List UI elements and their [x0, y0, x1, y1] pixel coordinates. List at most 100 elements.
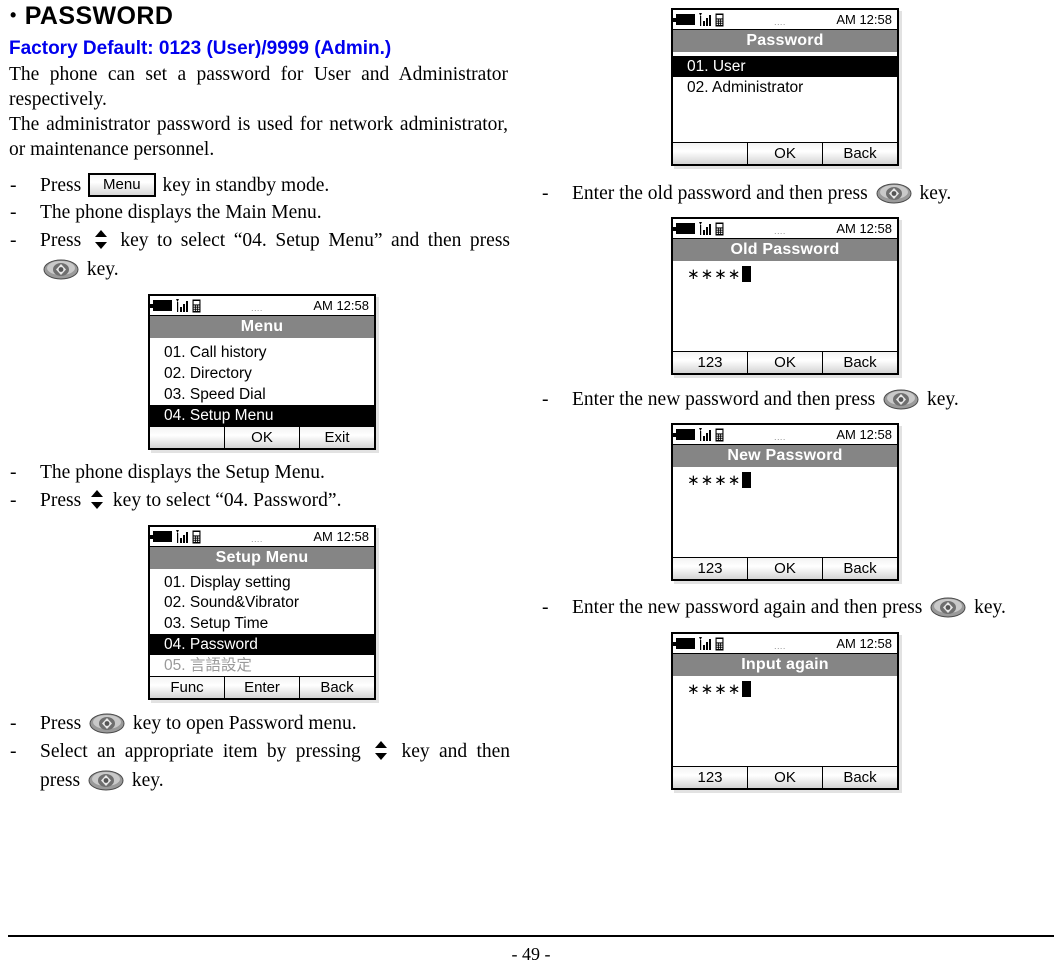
softkey-left-123[interactable]: 123 — [673, 352, 748, 373]
softkey-center-enter[interactable]: Enter — [225, 677, 300, 698]
step-text-pre: Press — [40, 230, 82, 251]
status-bar: .... AM 12:58 — [673, 634, 897, 654]
battery-icon — [673, 638, 695, 649]
step-press-menu-key: - Press Menu key in standby mode. — [8, 172, 516, 199]
battery-icon — [150, 300, 172, 311]
list-item-selected[interactable]: 04. Setup Menu — [150, 405, 374, 426]
list-item-disabled[interactable]: 05. 言語設定 — [150, 655, 374, 676]
page-title: • PASSWORD — [8, 0, 516, 31]
softkey-right-exit[interactable]: Exit — [300, 427, 374, 448]
signal-icon — [698, 428, 712, 441]
status-time: AM 12:58 — [836, 220, 892, 236]
bullet-glyph: • — [10, 5, 17, 25]
step-text-pre: Enter the new password again and then pr… — [572, 597, 923, 618]
step-enter-old-password: - Enter the old password and then press … — [540, 180, 1048, 207]
signal-icon — [698, 13, 712, 26]
list-dash: - — [542, 389, 549, 410]
list-item-selected[interactable]: 01. User — [673, 56, 897, 77]
softkey-right-back[interactable]: Back — [823, 558, 897, 579]
list-item[interactable]: 02. Directory — [150, 363, 374, 384]
list-item[interactable]: 03. Setup Time — [150, 613, 374, 634]
navigation-key-icon — [876, 183, 912, 204]
navigation-key-icon — [883, 389, 919, 410]
list-dash: - — [10, 713, 17, 734]
step-text: The phone displays the Setup Menu. — [40, 462, 325, 483]
signal-icon — [698, 637, 712, 650]
list-dash: - — [10, 462, 17, 483]
battery-icon — [673, 429, 695, 440]
list-item[interactable]: 03. Speed Dial — [150, 384, 374, 405]
softkey-center-ok[interactable]: OK — [748, 558, 823, 579]
signal-icon — [175, 299, 189, 312]
status-dots: .... — [774, 228, 787, 236]
status-dots: .... — [251, 536, 264, 544]
text-cursor — [742, 472, 752, 488]
setup-menu-screen-wrapper: .... AM 12:58 Setup Menu 01. Display set… — [8, 515, 516, 700]
status-dots: .... — [774, 19, 787, 27]
softkey-right-back[interactable]: Back — [300, 677, 374, 698]
navigation-key-icon — [43, 259, 79, 280]
page-footer: - 49 - — [8, 935, 1054, 965]
step-select-password: - Press key to select “04. Password”. — [8, 486, 516, 515]
list-dash: - — [10, 490, 17, 511]
list-item[interactable]: 02. Administrator — [673, 77, 897, 98]
step-text-mid: key to select “04. Setup Menu” and then … — [120, 230, 511, 251]
new-password-screen-wrapper: .... AM 12:58 New Password ∗∗∗∗ 123 OK B… — [540, 413, 1048, 581]
factory-default-note: Factory Default: 0123 (User)/9999 (Admin… — [9, 38, 392, 59]
navigation-key-icon — [89, 713, 125, 734]
step-text-pre: Press — [40, 175, 82, 196]
list-dash: - — [10, 230, 17, 251]
screen-title: Input again — [673, 654, 897, 676]
step-enter-new-password-again: - Enter the new password again and then … — [540, 593, 1048, 622]
list-dash: - — [10, 175, 17, 196]
softkey-center-ok[interactable]: OK — [748, 352, 823, 373]
handset-icon — [715, 637, 724, 651]
setup-menu-list: 01. Display setting 02. Sound&Vibrator 0… — [150, 569, 374, 676]
text-cursor — [742, 681, 752, 697]
password-entry-area: ∗∗∗∗ — [673, 676, 897, 766]
status-dots: .... — [774, 434, 787, 442]
status-bar: .... AM 12:58 — [673, 219, 897, 239]
softkey-left-123[interactable]: 123 — [673, 767, 748, 788]
screen-title: Password — [673, 30, 897, 52]
softkey-bar: OK Back — [673, 142, 897, 164]
status-bar: .... AM 12:58 — [150, 296, 374, 316]
password-input[interactable]: ∗∗∗∗ — [673, 680, 897, 700]
password-masked-value: ∗∗∗∗ — [687, 681, 742, 698]
status-icon-group — [150, 299, 201, 313]
softkey-left-123[interactable]: 123 — [673, 558, 748, 579]
step-text-pre: Press — [40, 490, 82, 511]
softkey-right-back[interactable]: Back — [823, 352, 897, 373]
softkey-left[interactable] — [673, 143, 748, 164]
page-number: - 49 - — [511, 944, 551, 964]
right-column: .... AM 12:58 Password 01. User 02. Admi… — [540, 0, 1048, 790]
list-item[interactable]: 01. Call history — [150, 342, 374, 363]
softkey-center-ok[interactable]: OK — [748, 767, 823, 788]
input-again-screen-wrapper: .... AM 12:58 Input again ∗∗∗∗ 123 OK Ba… — [540, 622, 1048, 790]
softkey-bar: Func Enter Back — [150, 676, 374, 698]
softkey-right-back[interactable]: Back — [823, 767, 897, 788]
phone-screen-input-again: .... AM 12:58 Input again ∗∗∗∗ 123 OK Ba… — [671, 632, 899, 790]
status-time: AM 12:58 — [836, 426, 892, 442]
softkey-center-ok[interactable]: OK — [748, 143, 823, 164]
intro-paragraph-2: The administrator password is used for n… — [9, 114, 508, 160]
step-text-pre: Enter the old password and then press — [572, 183, 868, 204]
softkey-left[interactable] — [150, 427, 225, 448]
page-title-text: PASSWORD — [24, 2, 174, 30]
list-item[interactable]: 02. Sound&Vibrator — [150, 593, 374, 613]
battery-icon — [673, 14, 695, 25]
softkey-right-back[interactable]: Back — [823, 143, 897, 164]
handset-icon — [715, 428, 724, 442]
password-input[interactable]: ∗∗∗∗ — [673, 265, 897, 285]
password-input[interactable]: ∗∗∗∗ — [673, 471, 897, 491]
signal-icon — [175, 530, 189, 543]
text-cursor — [742, 266, 752, 282]
phone-screen-menu: .... AM 12:58 Menu 01. Call history 02. … — [148, 294, 376, 450]
up-down-key-icon — [373, 740, 389, 760]
handset-icon — [192, 530, 201, 544]
step-setup-menu-displayed: - The phone displays the Setup Menu. — [8, 459, 516, 486]
softkey-left-func[interactable]: Func — [150, 677, 225, 698]
list-item-selected[interactable]: 04. Password — [150, 634, 374, 655]
softkey-center-ok[interactable]: OK — [225, 427, 300, 448]
list-item[interactable]: 01. Display setting — [150, 573, 374, 593]
